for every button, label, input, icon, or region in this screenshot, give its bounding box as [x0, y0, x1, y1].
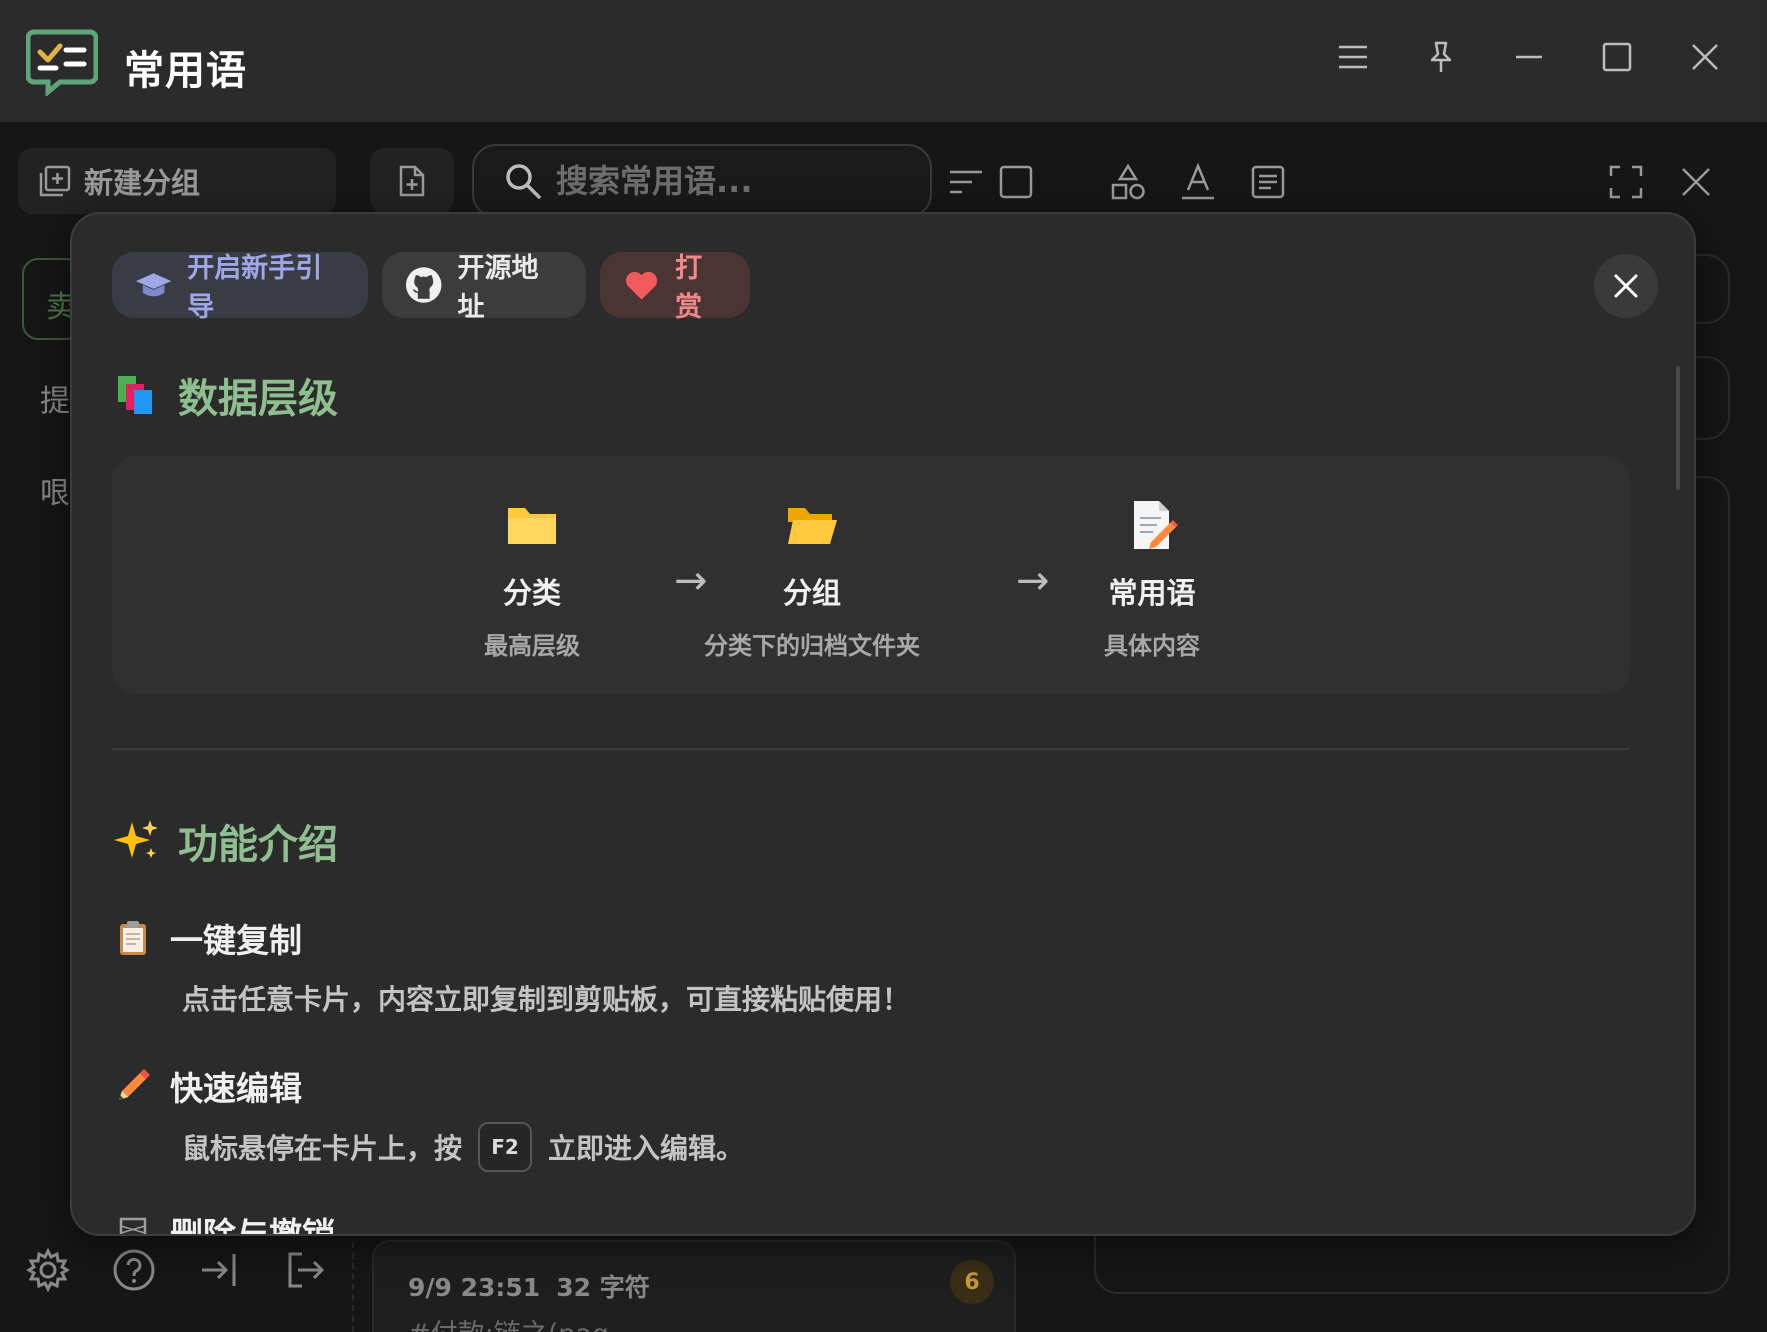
wastebasket-icon: [119, 1217, 147, 1234]
new-phrase-button[interactable]: [370, 148, 454, 214]
title-bar: 常用语: [0, 0, 1767, 122]
feature-desc: 鼠标悬停在卡片上，按 F2 立即进入编辑。: [182, 1122, 744, 1172]
clipboard-icon: [120, 921, 146, 955]
section-divider: [112, 748, 1630, 750]
github-button[interactable]: 开源地址: [382, 252, 586, 323]
add-file-icon: [399, 165, 425, 197]
hierarchy-panel: 分类 最高层级 → 分组 分类下的归档文件夹 → 常用语 具体内容: [112, 456, 1630, 694]
app-logo-icon: [26, 28, 98, 96]
start-guide-label: 开启新手引导: [187, 253, 323, 323]
menu-icon[interactable]: [1336, 40, 1370, 74]
divider: [352, 1242, 354, 1332]
sidebar-item[interactable]: 哏: [40, 468, 70, 512]
card-date: 9/9 23:51: [408, 1273, 541, 1302]
feature-desc: 点击任意卡片，内容立即复制到剪贴板，可直接粘贴使用！: [182, 983, 911, 1016]
app-title: 常用语: [124, 48, 247, 94]
sparkles-icon: [114, 820, 158, 858]
import-icon[interactable]: [198, 1248, 242, 1292]
notes-icon[interactable]: [1248, 162, 1288, 202]
new-group-label: 新建分组: [84, 166, 201, 200]
books-icon: [118, 376, 152, 414]
pencil-icon: [119, 1069, 150, 1100]
arrow-icon: →: [1016, 558, 1050, 604]
font-icon[interactable]: [1178, 162, 1218, 202]
add-group-icon: [39, 165, 71, 197]
sort-icon[interactable]: [946, 162, 986, 202]
settings-icon[interactable]: [26, 1248, 70, 1292]
shapes-icon[interactable]: [1108, 162, 1148, 202]
feature-delete-undo: 删除与撤销: [114, 1208, 335, 1234]
maximize-icon[interactable]: [1600, 40, 1634, 74]
features-section-title: 功能介绍: [114, 812, 338, 870]
hierarchy-section-title: 数据层级: [114, 366, 338, 424]
hierarchy-item-group: 分组 分类下的归档文件夹: [704, 498, 920, 661]
hierarchy-item-phrase: 常用语 具体内容: [1104, 498, 1200, 661]
hierarchy-item-category: 分类 最高层级: [484, 498, 580, 661]
sidebar-item[interactable]: 提: [40, 376, 70, 420]
select-all-icon[interactable]: [996, 162, 1036, 202]
close-window-icon[interactable]: [1688, 40, 1722, 74]
graduation-cap-icon: [135, 273, 172, 297]
fullscreen-icon[interactable]: [1606, 162, 1646, 202]
open-folder-icon: [788, 508, 837, 544]
phrase-card[interactable]: 9/9 23:51 32 字符 #付款:链之(pag 6: [372, 1240, 1016, 1332]
close-panel-icon[interactable]: [1676, 162, 1716, 202]
github-label: 开源地址: [457, 253, 539, 323]
feature-quick-edit: 快速编辑: [114, 1062, 302, 1110]
folder-icon: [508, 508, 556, 544]
scrollbar[interactable]: [1676, 366, 1680, 490]
pin-icon[interactable]: [1424, 40, 1458, 74]
card-snippet: #付款:链之(pag: [408, 1312, 609, 1332]
search-icon: [506, 164, 541, 199]
keyboard-key-f2: F2: [478, 1122, 533, 1172]
arrow-icon: →: [674, 558, 708, 604]
close-icon: [1614, 274, 1638, 298]
donate-button[interactable]: 打赏: [600, 252, 750, 323]
export-icon[interactable]: [284, 1248, 328, 1292]
donate-label: 打赏: [675, 253, 703, 323]
github-icon: [405, 267, 442, 303]
card-char-count: 32 字符: [556, 1273, 650, 1302]
card-meta: 9/9 23:51 32 字符: [408, 1268, 650, 1304]
usage-count-badge: 6: [950, 1260, 994, 1304]
feature-one-click-copy: 一键复制: [114, 914, 302, 962]
search-box[interactable]: [472, 144, 932, 218]
start-guide-button[interactable]: 开启新手引导: [112, 252, 368, 323]
new-group-button[interactable]: 新建分组: [18, 148, 336, 214]
heart-icon: [626, 271, 658, 300]
minimize-icon[interactable]: [1512, 40, 1546, 74]
search-input[interactable]: [556, 162, 916, 200]
help-icon[interactable]: [112, 1248, 156, 1292]
memo-icon: [1134, 501, 1178, 549]
close-dialog-button[interactable]: [1594, 254, 1658, 318]
help-dialog: 开启新手引导 开源地址 打赏 数据层级 分类 最高层级 → 分组 分类下的归档文…: [70, 212, 1696, 1236]
